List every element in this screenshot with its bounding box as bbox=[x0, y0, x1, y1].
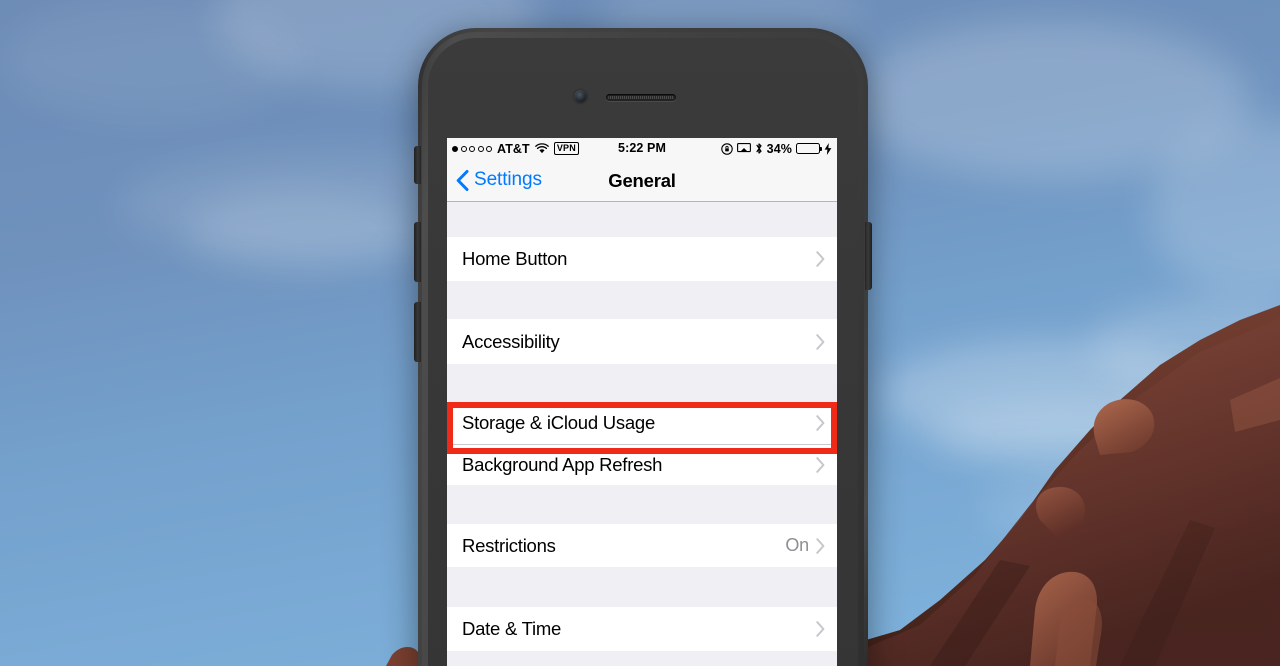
screenshot-scene: AT&T VPN 5:22 PM 34% Settings General Ho… bbox=[0, 0, 1280, 666]
group-spacer bbox=[447, 364, 837, 402]
settings-row-background-app-refresh[interactable]: Background App Refresh bbox=[447, 444, 837, 485]
settings-row-home-button[interactable]: Home Button bbox=[447, 237, 837, 281]
row-accessory bbox=[816, 333, 825, 350]
chevron-right-icon bbox=[816, 333, 825, 350]
row-value: On bbox=[785, 535, 809, 555]
chevron-right-icon bbox=[816, 621, 825, 637]
navigation-bar: Settings General bbox=[447, 159, 837, 202]
chevron-right-icon bbox=[816, 415, 825, 431]
group-spacer bbox=[447, 281, 837, 319]
row-label: Home Button bbox=[462, 248, 568, 269]
settings-row-storage-icloud-usage[interactable]: Storage & iCloud Usage bbox=[447, 402, 837, 444]
airplay-icon bbox=[736, 143, 751, 153]
rotation-lock-icon bbox=[720, 142, 733, 155]
chevron-right-icon bbox=[816, 251, 825, 267]
row-label: Date & Time bbox=[462, 618, 562, 639]
iphone-device: AT&T VPN 5:22 PM 34% Settings General Ho… bbox=[414, 28, 872, 666]
page-title: General bbox=[608, 170, 676, 191]
group-spacer bbox=[447, 202, 837, 237]
status-bar: AT&T VPN 5:22 PM 34% bbox=[447, 138, 837, 159]
row-accessory: On bbox=[785, 535, 825, 556]
phone-screen: AT&T VPN 5:22 PM 34% Settings General Ho… bbox=[447, 138, 837, 666]
settings-row-accessibility[interactable]: Accessibility bbox=[447, 319, 837, 364]
group-spacer bbox=[447, 485, 837, 524]
row-label: Background App Refresh bbox=[462, 454, 663, 475]
earpiece-speaker-icon bbox=[606, 94, 676, 101]
bluetooth-icon bbox=[756, 143, 762, 154]
settings-row-date-time[interactable]: Date & Time bbox=[447, 607, 837, 651]
row-accessory bbox=[816, 621, 825, 637]
row-accessory bbox=[816, 415, 825, 431]
battery-icon bbox=[796, 143, 823, 154]
row-label: Accessibility bbox=[462, 330, 560, 352]
volume-down-button[interactable] bbox=[414, 302, 421, 362]
power-button[interactable] bbox=[865, 222, 872, 290]
chevron-right-icon bbox=[816, 537, 825, 554]
volume-up-button[interactable] bbox=[414, 222, 421, 282]
row-label: Restrictions bbox=[462, 534, 556, 556]
settings-row-restrictions[interactable]: Restrictions On bbox=[447, 524, 837, 567]
group-spacer bbox=[447, 651, 837, 666]
lightning-bolt-icon bbox=[824, 142, 832, 155]
group-spacer bbox=[447, 567, 837, 607]
chevron-right-icon bbox=[816, 457, 825, 473]
ring-silent-switch[interactable] bbox=[414, 146, 421, 184]
status-bar-right: 34% bbox=[720, 141, 832, 156]
front-camera-icon bbox=[574, 90, 587, 103]
row-accessory bbox=[816, 457, 825, 473]
row-label: Storage & iCloud Usage bbox=[462, 412, 655, 433]
highlighted-group: Storage & iCloud Usage Background App Re… bbox=[447, 402, 837, 485]
row-accessory bbox=[816, 251, 825, 267]
battery-percent-label: 34% bbox=[766, 141, 792, 156]
settings-table: Home Button Accessibility Storage & iClo… bbox=[447, 202, 837, 666]
